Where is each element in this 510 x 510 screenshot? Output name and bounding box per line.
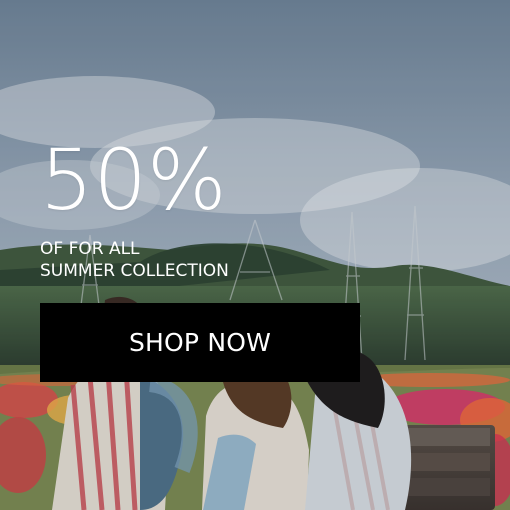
discount-percentage: 50% [40, 131, 227, 229]
collection-subline: OF FOR ALL SUMMER COLLECTION [40, 238, 229, 282]
subline-line-1: OF FOR ALL [40, 239, 140, 259]
subline-line-2: SUMMER COLLECTION [40, 261, 229, 281]
promo-banner: 50% OF FOR ALL SUMMER COLLECTION SHOP NO… [0, 0, 510, 510]
shop-now-button[interactable]: SHOP NOW [40, 303, 360, 382]
